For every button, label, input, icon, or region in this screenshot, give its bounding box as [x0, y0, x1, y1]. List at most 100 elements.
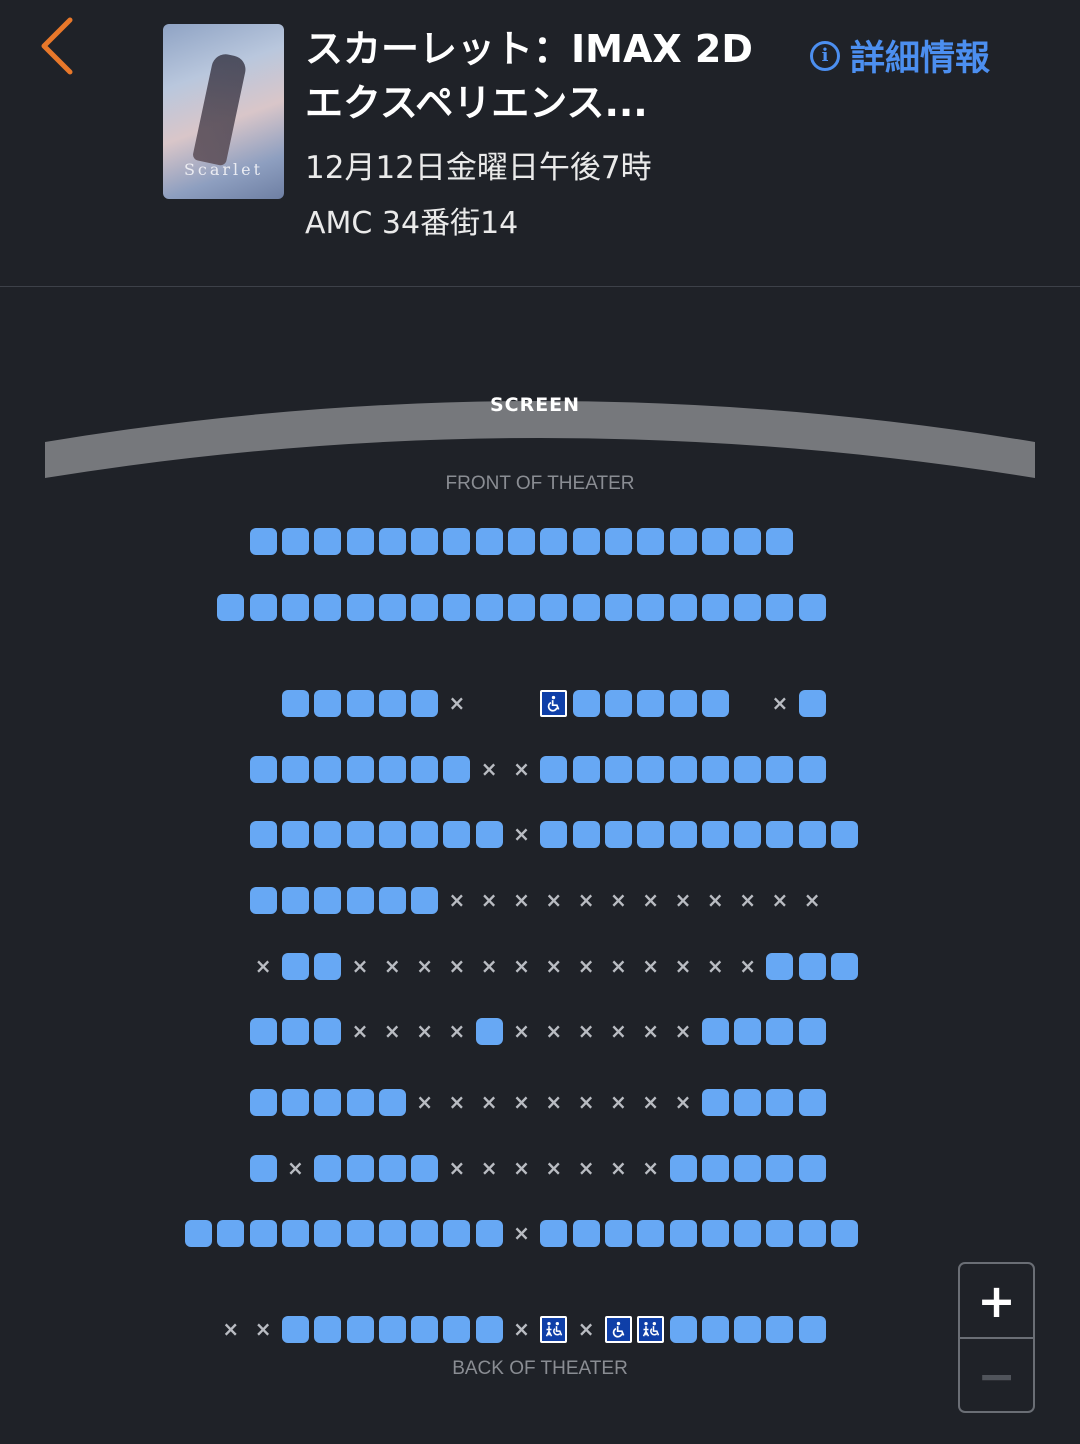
seat-available[interactable]: [604, 756, 632, 783]
seat-available[interactable]: [701, 1220, 729, 1247]
seat-available[interactable]: [281, 594, 309, 621]
seat-available[interactable]: [378, 528, 406, 555]
seat-available[interactable]: [217, 1220, 245, 1247]
seat-available[interactable]: [831, 953, 858, 980]
seat-available[interactable]: [637, 594, 665, 621]
seat-available[interactable]: [378, 594, 406, 621]
seat-available[interactable]: [734, 528, 762, 555]
seat-available[interactable]: [378, 1220, 406, 1247]
seat-available[interactable]: [604, 1220, 632, 1247]
seat-available[interactable]: [475, 821, 503, 848]
seat-available[interactable]: [540, 821, 568, 848]
seat-available[interactable]: [443, 1220, 471, 1247]
seat-available[interactable]: [378, 887, 406, 914]
seat-available[interactable]: [798, 756, 826, 783]
seat-available[interactable]: [734, 1220, 762, 1247]
seat-available[interactable]: [604, 594, 632, 621]
seat-available[interactable]: [572, 528, 600, 555]
seat-available[interactable]: [281, 821, 309, 848]
seat-available[interactable]: [249, 1089, 277, 1116]
seat-available[interactable]: [281, 1220, 309, 1247]
seat-available[interactable]: [346, 1155, 374, 1182]
seat-available[interactable]: [637, 690, 665, 717]
seat-companion[interactable]: [540, 1316, 568, 1343]
back-button[interactable]: [34, 14, 94, 78]
seat-available[interactable]: [701, 1155, 729, 1182]
seat-available[interactable]: [572, 1220, 600, 1247]
seat-available[interactable]: [540, 756, 568, 783]
seat-available[interactable]: [701, 528, 729, 555]
seat-available[interactable]: [475, 1018, 503, 1045]
seat-available[interactable]: [475, 1316, 503, 1343]
seat-available[interactable]: [346, 756, 374, 783]
seat-available[interactable]: [249, 1018, 277, 1045]
seat-available[interactable]: [281, 953, 309, 980]
seat-available[interactable]: [540, 1220, 568, 1247]
seat-available[interactable]: [734, 1155, 762, 1182]
seat-available[interactable]: [378, 756, 406, 783]
seat-available[interactable]: [411, 756, 439, 783]
seat-available[interactable]: [346, 594, 374, 621]
seat-available[interactable]: [734, 1089, 762, 1116]
seat-available[interactable]: [475, 594, 503, 621]
seat-wheelchair[interactable]: [540, 690, 568, 717]
seat-available[interactable]: [281, 887, 309, 914]
seat-available[interactable]: [701, 821, 729, 848]
seat-available[interactable]: [378, 1089, 406, 1116]
seat-available[interactable]: [378, 1155, 406, 1182]
seat-available[interactable]: [669, 756, 697, 783]
seat-available[interactable]: [378, 821, 406, 848]
seat-available[interactable]: [604, 528, 632, 555]
seat-available[interactable]: [281, 1018, 309, 1045]
seat-available[interactable]: [411, 1220, 439, 1247]
seat-available[interactable]: [249, 594, 277, 621]
seat-available[interactable]: [378, 690, 406, 717]
seat-available[interactable]: [798, 821, 826, 848]
seat-available[interactable]: [314, 821, 342, 848]
seat-available[interactable]: [831, 1220, 858, 1247]
seat-available[interactable]: [798, 690, 826, 717]
seat-available[interactable]: [346, 821, 374, 848]
seat-available[interactable]: [314, 1018, 342, 1045]
seat-available[interactable]: [701, 756, 729, 783]
seat-available[interactable]: [314, 690, 342, 717]
seat-available[interactable]: [411, 821, 439, 848]
seat-available[interactable]: [798, 1089, 826, 1116]
seat-available[interactable]: [411, 1155, 439, 1182]
seat-available[interactable]: [281, 756, 309, 783]
seat-available[interactable]: [314, 528, 342, 555]
seat-available[interactable]: [346, 1316, 374, 1343]
seat-available[interactable]: [185, 1220, 212, 1247]
seat-available[interactable]: [281, 1316, 309, 1343]
seat-available[interactable]: [798, 1316, 826, 1343]
seat-available[interactable]: [734, 756, 762, 783]
seat-available[interactable]: [572, 690, 600, 717]
seat-available[interactable]: [281, 690, 309, 717]
seat-available[interactable]: [281, 528, 309, 555]
seat-available[interactable]: [701, 594, 729, 621]
seat-available[interactable]: [766, 1316, 794, 1343]
seat-available[interactable]: [411, 690, 439, 717]
details-link[interactable]: i 詳細情報: [810, 30, 990, 81]
seat-available[interactable]: [734, 594, 762, 621]
seat-available[interactable]: [314, 1089, 342, 1116]
seat-available[interactable]: [443, 821, 471, 848]
seat-wheelchair[interactable]: [604, 1316, 632, 1343]
seat-available[interactable]: [669, 821, 697, 848]
seat-available[interactable]: [346, 528, 374, 555]
seat-available[interactable]: [572, 821, 600, 848]
seat-available[interactable]: [637, 528, 665, 555]
seat-available[interactable]: [281, 1089, 309, 1116]
seat-available[interactable]: [572, 756, 600, 783]
seat-available[interactable]: [701, 1018, 729, 1045]
seat-available[interactable]: [798, 594, 826, 621]
seat-available[interactable]: [249, 528, 277, 555]
seat-available[interactable]: [734, 821, 762, 848]
seat-available[interactable]: [314, 594, 342, 621]
seat-available[interactable]: [314, 1316, 342, 1343]
seat-available[interactable]: [249, 887, 277, 914]
seat-available[interactable]: [604, 690, 632, 717]
seat-available[interactable]: [314, 1155, 342, 1182]
seat-available[interactable]: [508, 528, 535, 555]
seat-available[interactable]: [314, 756, 342, 783]
